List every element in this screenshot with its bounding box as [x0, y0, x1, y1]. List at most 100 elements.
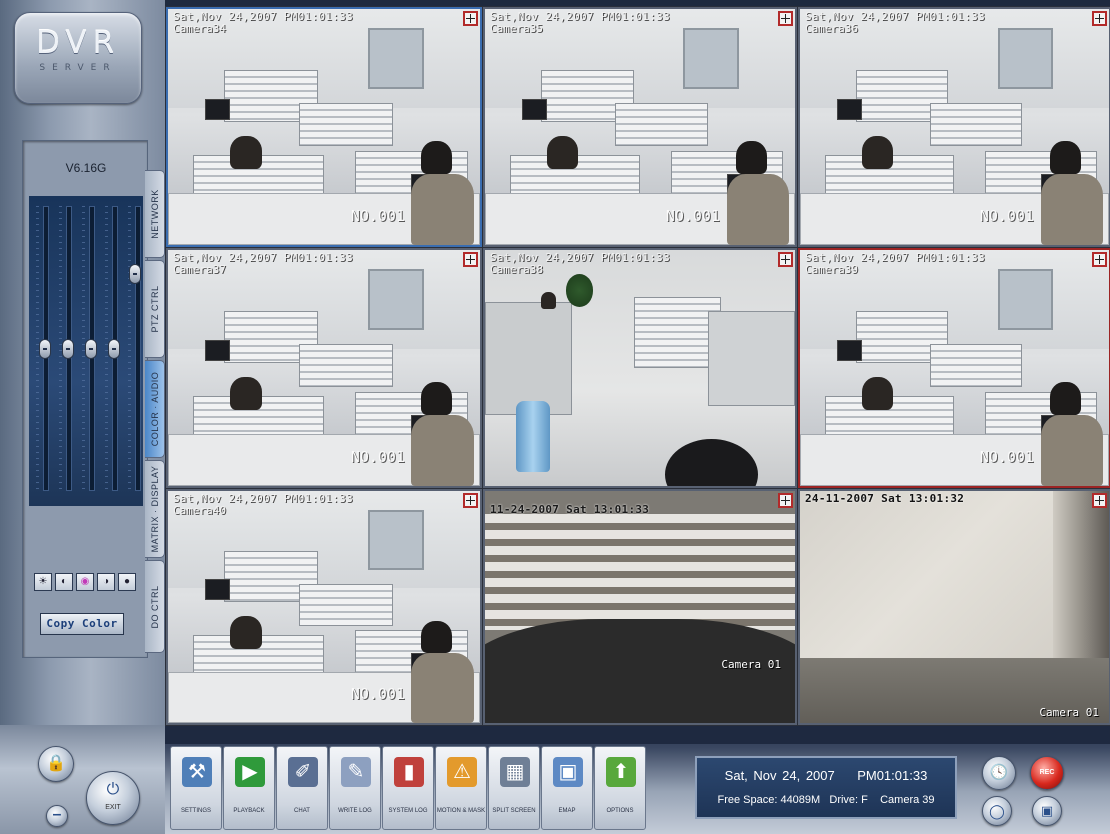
- scene-monitor: [837, 339, 862, 361]
- maximize-icon[interactable]: [1092, 493, 1107, 508]
- play-icon: ▶: [235, 757, 265, 787]
- brightness-slider-knob[interactable]: [39, 338, 51, 359]
- status-datetime: Sat, Nov 24, 2007 PM01:01:33: [697, 768, 955, 783]
- camera-cell[interactable]: 24-11-2007 Sat 13:01:32 Camera 01: [798, 489, 1110, 725]
- scene-person: [1041, 415, 1103, 486]
- toolbar-motion-mask-button[interactable]: ⚠ MOTION & MASK: [435, 746, 487, 830]
- record-button[interactable]: REC: [1030, 756, 1064, 790]
- camera-cell[interactable]: Sat,Nov 24,2007 PM01:01:33 Camera39 NO.001: [798, 248, 1110, 488]
- saturation-button[interactable]: ◑: [97, 573, 115, 591]
- brightness-button[interactable]: ☀: [34, 573, 52, 591]
- scene-person: [547, 136, 578, 170]
- scene-person: [1050, 382, 1082, 416]
- volume-slider-knob[interactable]: [129, 264, 141, 285]
- contrast-button[interactable]: ◐: [55, 573, 73, 591]
- hue-icon: ◉: [80, 576, 90, 587]
- toolbar-chat-button[interactable]: ✐ CHAT: [276, 746, 328, 830]
- camera-cell[interactable]: 11-24-2007 Sat 13:01:33 Camera 01: [483, 489, 797, 725]
- scene-monitor: [205, 579, 231, 601]
- camera-tag: NO.001: [979, 448, 1034, 466]
- volume-slider-track[interactable]: [135, 206, 141, 491]
- arrow-up-icon: ⬆: [606, 757, 636, 787]
- scene-cubicle: [299, 344, 393, 387]
- camera-cell[interactable]: Sat,Nov 24,2007 PM01:01:33 Camera40 NO.001: [166, 489, 482, 725]
- maximize-icon[interactable]: [778, 493, 793, 508]
- grid-icon: ▦: [500, 757, 530, 787]
- network-button[interactable]: ◯: [982, 796, 1012, 826]
- pen-icon: ✎: [341, 757, 371, 787]
- contrast-slider-knob[interactable]: [62, 338, 74, 359]
- status-free-space: Free Space: 44089M: [717, 794, 821, 806]
- scene-window: [683, 27, 740, 90]
- camera-cell[interactable]: Sat,Nov 24,2007 PM01:01:33 Camera34 NO.001: [166, 7, 482, 247]
- saturation-slider-knob[interactable]: [85, 338, 97, 359]
- side-tab-do-ctrl[interactable]: DO CTRL: [145, 560, 165, 653]
- camera-tag: NO.001: [350, 685, 405, 703]
- status-display: Sat, Nov 24, 2007 PM01:01:33 Free Space:…: [695, 756, 957, 819]
- maximize-icon[interactable]: [463, 493, 478, 508]
- side-tab-label: COLOR · AUDIO: [149, 371, 160, 447]
- camera-grid: Sat,Nov 24,2007 PM01:01:33 Camera34 NO.001…: [165, 6, 1110, 726]
- side-tab-matrix-display[interactable]: MATRIX · DISPLAY: [145, 460, 165, 558]
- lock-button[interactable]: 🔒: [38, 746, 74, 782]
- camera-timestamp: 24-11-2007 Sat 13:01:32: [805, 492, 965, 505]
- camera-name: Camera38: [490, 263, 543, 276]
- maximize-icon[interactable]: [778, 252, 793, 267]
- toolbar-emap-button[interactable]: ▣ EMAP: [541, 746, 593, 830]
- toolbar-playback-button[interactable]: ▶ PLAYBACK: [223, 746, 275, 830]
- toolbar-split-screen-button[interactable]: ▦ SPLIT SCREEN: [488, 746, 540, 830]
- camera-cell[interactable]: Sat,Nov 24,2007 PM01:01:33 Camera36 NO.001: [798, 7, 1110, 247]
- maximize-icon[interactable]: [463, 252, 478, 267]
- copy-color-button[interactable]: Copy Color: [40, 613, 124, 635]
- side-tab-ptz-ctrl[interactable]: PTZ CTRL: [145, 260, 165, 358]
- maximize-icon[interactable]: [463, 11, 478, 26]
- maximize-icon[interactable]: [1092, 11, 1107, 26]
- side-tab-label: NETWORK: [149, 189, 160, 239]
- scene-monitor: [205, 339, 231, 361]
- scene-person: [1050, 141, 1082, 175]
- hue-slider-knob[interactable]: [108, 338, 120, 359]
- minimize-button[interactable]: –: [46, 805, 68, 827]
- side-tab-label: PTZ CTRL: [149, 285, 160, 333]
- camera-name: Camera40: [173, 504, 226, 517]
- toolbar-system-log-button[interactable]: ▮ SYSTEM LOG: [382, 746, 434, 830]
- scene-person: [411, 174, 474, 245]
- clock-button[interactable]: 🕓: [982, 756, 1016, 790]
- scene-person: [411, 415, 474, 486]
- toolbar-options-button[interactable]: ⬆ OPTIONS: [594, 746, 646, 830]
- camera-button[interactable]: ▣: [1032, 796, 1062, 826]
- power-icon: ⏻: [106, 781, 120, 798]
- hue-button[interactable]: ◉: [76, 573, 94, 591]
- sharpness-button[interactable]: ●: [118, 573, 136, 591]
- status-time: PM01:01:33: [857, 768, 928, 783]
- toolbar-write-log-button[interactable]: ✎ WRITE LOG: [329, 746, 381, 830]
- camera-cell[interactable]: Sat,Nov 24,2007 PM01:01:33 Camera35 NO.001: [483, 7, 797, 247]
- scene-monitor: [837, 98, 862, 120]
- scene-monitor: [522, 98, 547, 120]
- scene-cubicle: [485, 301, 572, 416]
- scene-person: [230, 377, 262, 411]
- exit-button[interactable]: ⏻ EXIT: [86, 771, 140, 825]
- motion-icon: ⚠: [447, 757, 477, 787]
- toolbar-label: PLAYBACK: [233, 808, 265, 814]
- camera-cell[interactable]: Sat,Nov 24,2007 PM01:01:33 Camera37 NO.001: [166, 248, 482, 488]
- toolbar-settings-button[interactable]: ⚒ SETTINGS: [170, 746, 222, 830]
- status-drive: Drive: F: [829, 794, 868, 806]
- rec-label: REC: [1039, 769, 1055, 776]
- maximize-icon[interactable]: [778, 11, 793, 26]
- side-tab-color-audio[interactable]: COLOR · AUDIO: [145, 360, 165, 458]
- slider-area: [29, 196, 143, 506]
- camera-cell[interactable]: Sat,Nov 24,2007 PM01:01:33 Camera38: [483, 248, 797, 488]
- maximize-icon[interactable]: [1092, 252, 1107, 267]
- scene-window: [367, 509, 424, 570]
- scene-person: [726, 174, 789, 245]
- book-icon: ▮: [394, 757, 424, 787]
- side-tab-network[interactable]: NETWORK: [145, 170, 165, 258]
- right-buttons: 🕓 REC ◯ ▣: [970, 756, 1100, 826]
- left-control-panel: DVR SERVER V6.16G ☀ ◐ ◉ ◑ ● Copy Color NETWOR…: [0, 0, 165, 834]
- toolbar-label: SYSTEM LOG: [388, 808, 428, 814]
- logo-subtitle: SERVER: [39, 63, 117, 73]
- camera-tag: NO.001: [350, 207, 405, 225]
- camera-tag: NO.001: [350, 448, 405, 466]
- side-tab-label: DO CTRL: [149, 584, 160, 629]
